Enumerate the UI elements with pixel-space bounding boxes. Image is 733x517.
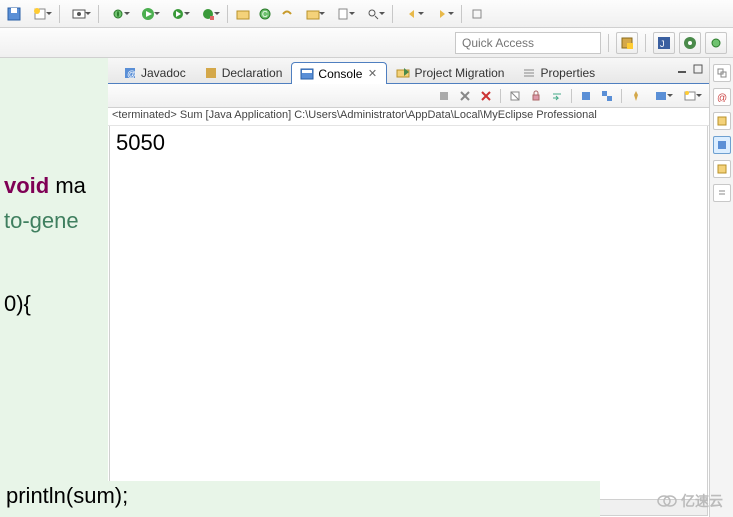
java-perspective-button[interactable]: J	[653, 32, 675, 54]
tab-label: Properties	[540, 66, 595, 80]
watermark-text: 亿速云	[681, 491, 723, 511]
editor-comment: to-gene	[0, 203, 108, 238]
tab-javadoc[interactable]: @ Javadoc	[114, 61, 195, 83]
console-icon	[300, 67, 314, 81]
declaration-icon	[204, 66, 218, 80]
save-icon[interactable]	[4, 4, 24, 24]
remove-all-icon[interactable]	[477, 87, 495, 105]
separator	[98, 5, 99, 23]
main-toolbar: C	[0, 0, 733, 28]
view-stack: @ Javadoc Declaration Console ✕ Project …	[108, 58, 709, 517]
tab-label: Console	[318, 67, 362, 81]
tab-label: Declaration	[222, 66, 283, 80]
editor-bottom-line: println(sum);	[0, 481, 600, 517]
svg-text:J: J	[660, 39, 665, 49]
new-package-icon[interactable]	[233, 4, 253, 24]
quick-access-input[interactable]	[455, 32, 601, 54]
separator	[621, 89, 622, 103]
editor-text: println(sum);	[6, 483, 128, 508]
tab-declaration[interactable]: Declaration	[195, 61, 292, 83]
coverage-dropdown-icon[interactable]	[194, 4, 222, 24]
open-console-dropdown-icon[interactable]	[677, 87, 703, 105]
separator	[227, 5, 228, 23]
tab-project-migration[interactable]: Project Migration	[387, 61, 513, 83]
restore-icon[interactable]	[713, 64, 731, 82]
scroll-lock-icon[interactable]	[527, 87, 545, 105]
back-dropdown-icon[interactable]	[398, 4, 426, 24]
javadoc-icon: @	[123, 66, 137, 80]
debug-dropdown-icon[interactable]	[104, 4, 132, 24]
word-wrap-icon[interactable]	[548, 87, 566, 105]
tabstrip: @ Javadoc Declaration Console ✕ Project …	[108, 58, 709, 84]
new-folder-dropdown-icon[interactable]	[299, 4, 327, 24]
minimap-icon[interactable]	[713, 160, 731, 178]
migration-icon	[396, 66, 410, 80]
minimize-view-icon[interactable]	[675, 62, 689, 76]
editor-text: ma	[49, 173, 86, 198]
right-trim: @	[709, 58, 733, 517]
task-list-icon[interactable]	[713, 112, 731, 130]
myeclipse-perspective-button[interactable]	[679, 32, 701, 54]
perspective-bar: J	[0, 28, 733, 58]
separator	[392, 5, 393, 23]
show-only-icon[interactable]	[577, 87, 595, 105]
hierarchy-icon[interactable]	[713, 184, 731, 202]
watermark: 亿速云	[657, 491, 723, 511]
new-dropdown-icon[interactable]	[26, 4, 54, 24]
open-type-dropdown-icon[interactable]	[329, 4, 357, 24]
console-process-label: <terminated> Sum [Java Application] C:\U…	[108, 108, 709, 126]
terminate-relaunch-icon[interactable]	[435, 87, 453, 105]
close-icon[interactable]: ✕	[366, 68, 378, 80]
editor-area: void ma to-gene 0){	[0, 58, 108, 517]
tab-console[interactable]: Console ✕	[291, 62, 387, 84]
forward-dropdown-icon[interactable]	[428, 4, 456, 24]
console-toolbar	[108, 84, 709, 108]
console-output-text: 5050	[116, 130, 165, 155]
svg-text:@: @	[717, 93, 727, 102]
separator	[608, 34, 609, 52]
svg-text:C: C	[262, 10, 268, 19]
separator	[59, 5, 60, 23]
maximize-view-icon[interactable]	[691, 62, 705, 76]
separator	[461, 5, 462, 23]
editor-keyword: void	[4, 173, 49, 198]
screenshot-dropdown-icon[interactable]	[65, 4, 93, 24]
properties-icon	[522, 66, 536, 80]
display-selected-dropdown-icon[interactable]	[648, 87, 674, 105]
show-all-icon[interactable]	[598, 87, 616, 105]
new-class-icon[interactable]: C	[255, 4, 275, 24]
new-link-icon[interactable]	[277, 4, 297, 24]
run-dropdown-icon[interactable]	[134, 4, 162, 24]
debug-perspective-button[interactable]	[705, 32, 727, 54]
pin-icon[interactable]	[467, 4, 487, 24]
outline-icon[interactable]	[713, 136, 731, 154]
run-last-dropdown-icon[interactable]	[164, 4, 192, 24]
svg-text:@: @	[127, 69, 136, 79]
tab-properties[interactable]: Properties	[513, 61, 604, 83]
editor-text: 0){	[4, 291, 31, 316]
open-perspective-button[interactable]	[616, 32, 638, 54]
tab-label: Javadoc	[141, 66, 186, 80]
remove-launch-icon[interactable]	[456, 87, 474, 105]
tab-label: Project Migration	[414, 66, 504, 80]
clear-console-icon[interactable]	[506, 87, 524, 105]
separator	[500, 89, 501, 103]
pin-console-icon[interactable]	[627, 87, 645, 105]
at-icon[interactable]: @	[713, 88, 731, 106]
separator	[645, 34, 646, 52]
console-output[interactable]: 5050	[109, 126, 708, 516]
separator	[571, 89, 572, 103]
search-dropdown-icon[interactable]	[359, 4, 387, 24]
